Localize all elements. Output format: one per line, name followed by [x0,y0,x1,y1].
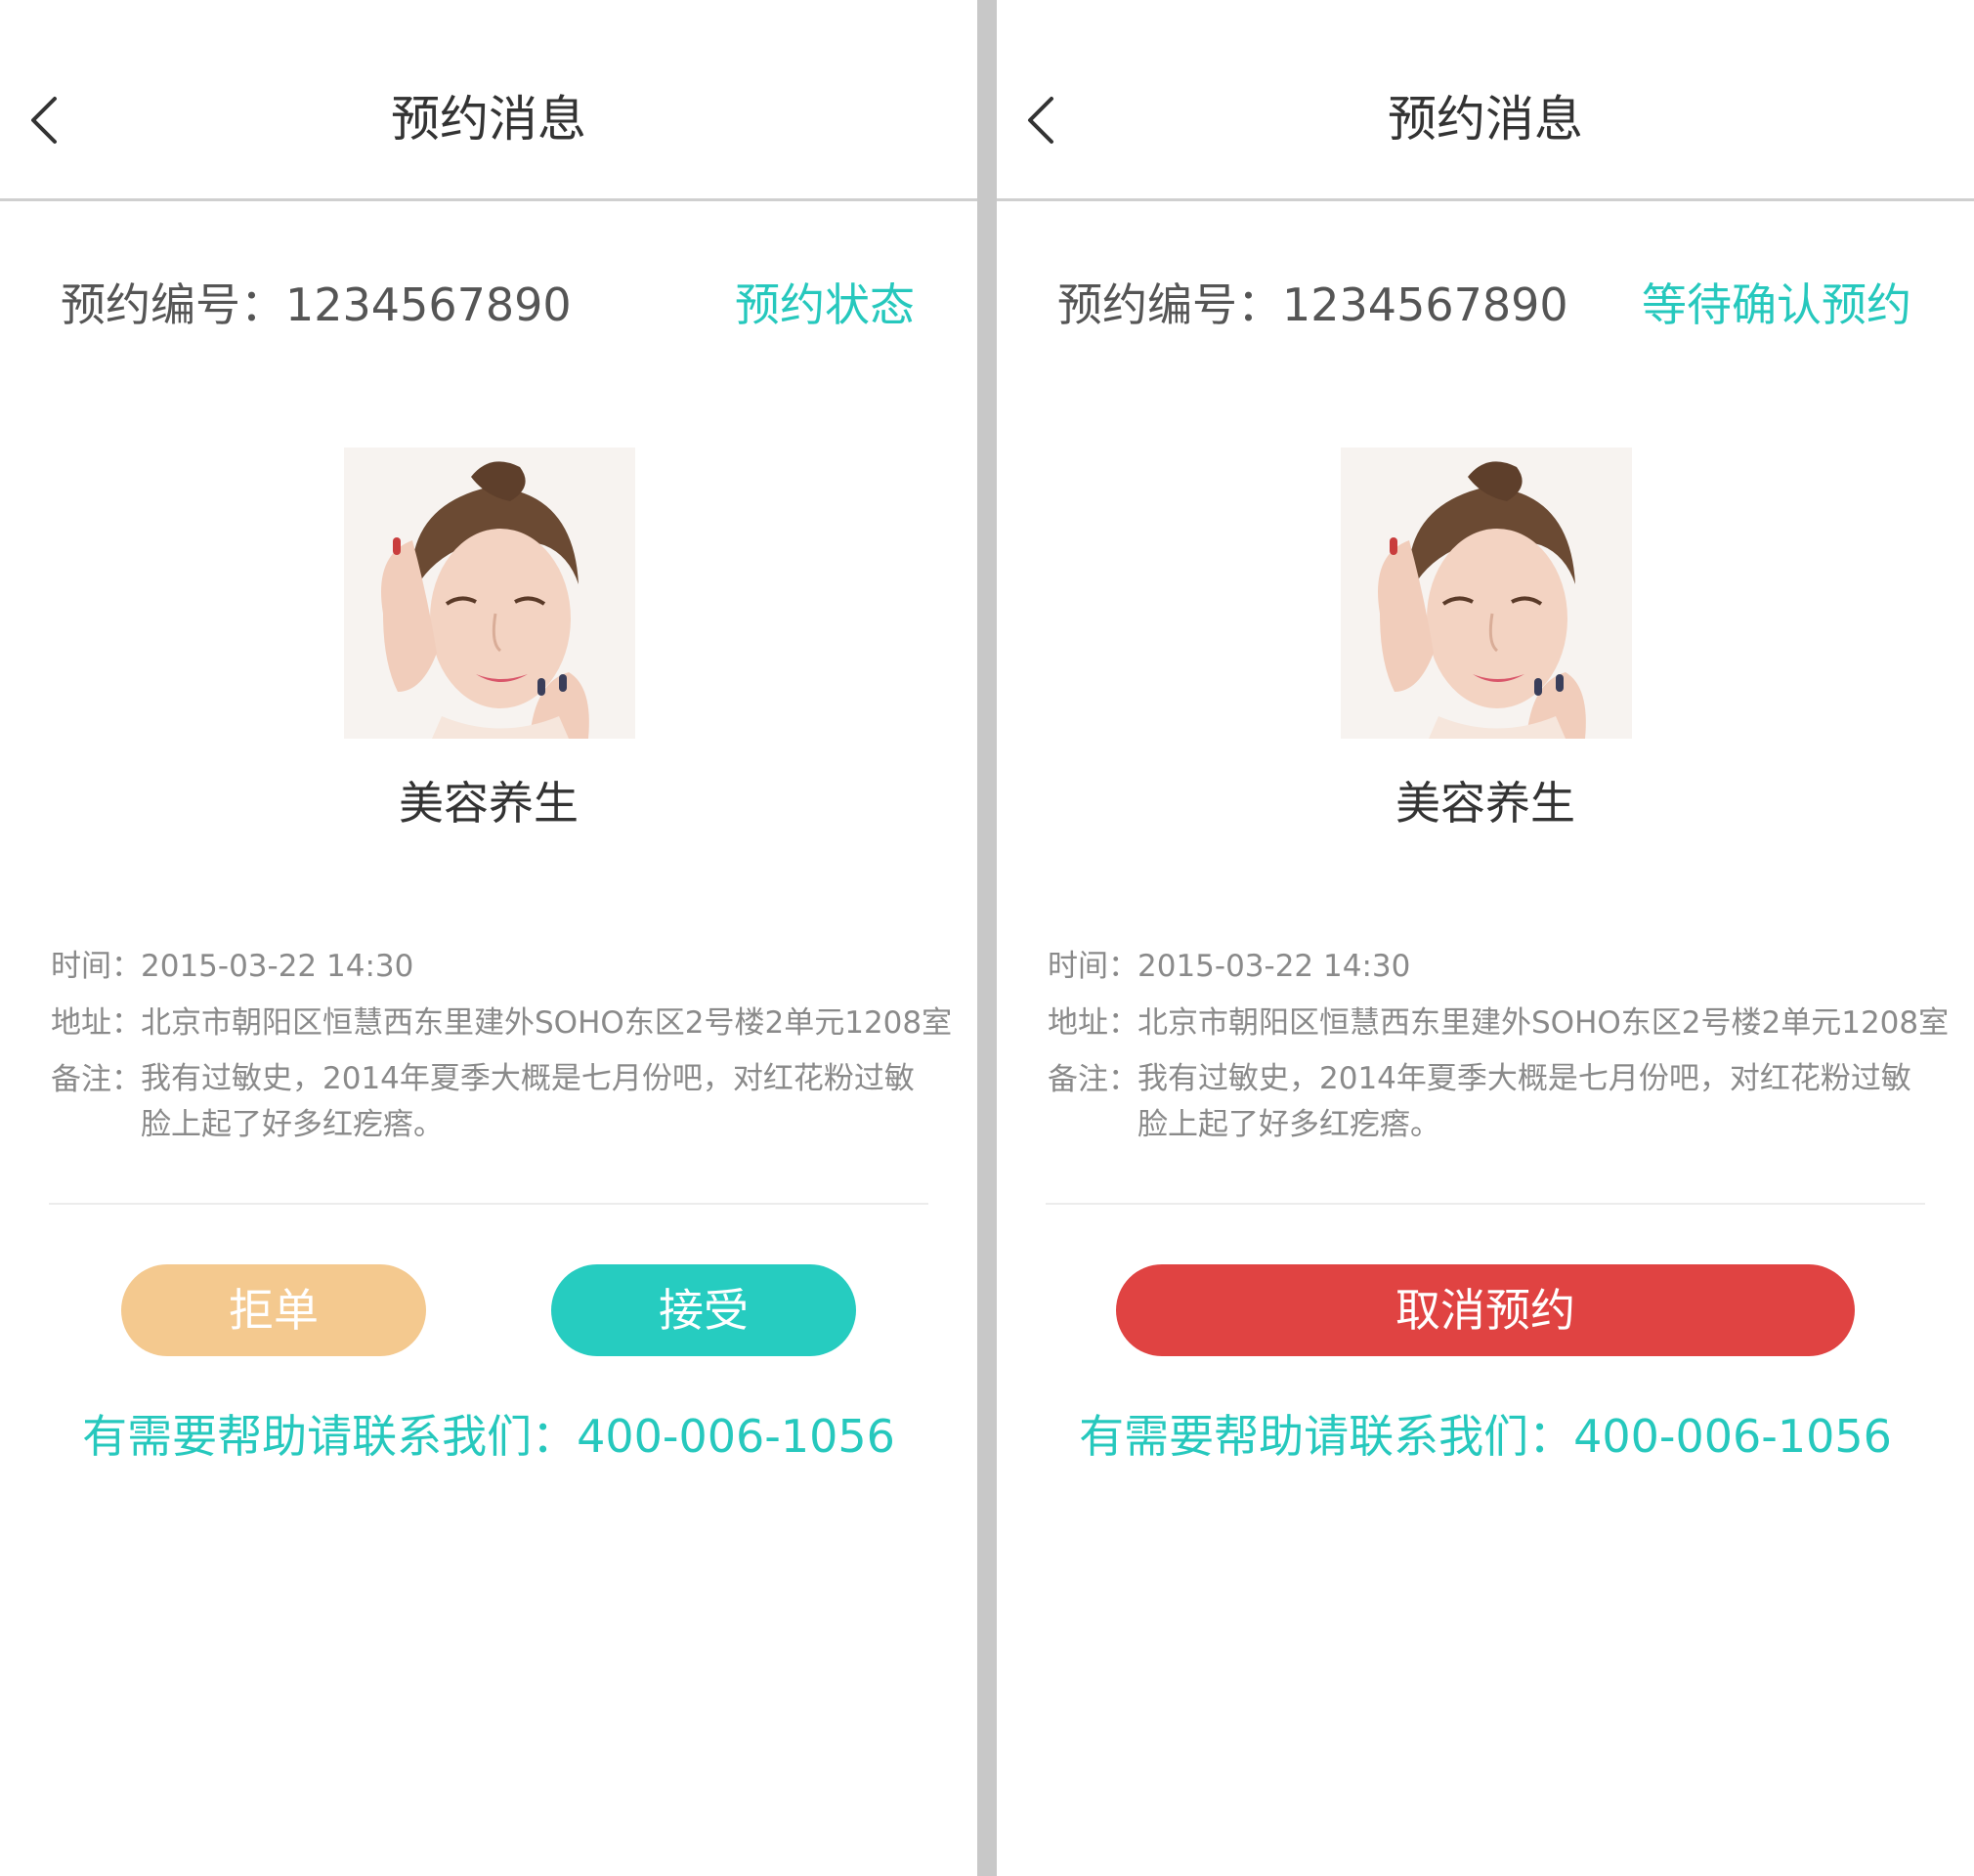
order-number: 预约编号：1234567890 [61,278,572,331]
service-name: 美容养生 [1395,777,1575,830]
time-row: 时间： 2015-03-22 14:30 [51,938,930,995]
note-row: 备注： 我有过敏史，2014年夏季大概是七月份吧，对红花粉过敏脸上起了好多红疙瘩… [1048,1051,1927,1148]
note-label: 备注： [1048,1062,1138,1097]
nav-header: 预约消息 [0,0,977,201]
address-label: 地址： [1048,1005,1138,1041]
note-label: 备注： [51,1062,142,1097]
screen-divider [977,0,997,1876]
woman-portrait-image [344,448,635,739]
service-name: 美容养生 [399,777,579,830]
note-value: 我有过敏史，2014年夏季大概是七月份吧，对红花粉过敏脸上起了好多红疙瘩。 [1137,1061,1911,1142]
divider [49,1203,928,1205]
note-value: 我有过敏史，2014年夏季大概是七月份吧，对红花粉过敏脸上起了好多红疙瘩。 [141,1061,915,1142]
divider [1046,1203,1925,1205]
order-status: 等待确认预约 [1642,278,1911,331]
page-title: 预约消息 [1388,91,1583,148]
cancel-appointment-button[interactable]: 取消预约 [1116,1264,1855,1356]
address-row: 地址： 北京市朝阳区恒慧西东里建外SOHO东区2号楼2单元1208室 [51,995,952,1051]
time-label: 时间： [51,949,142,984]
appointment-details: 时间： 2015-03-22 14:30 地址： 北京市朝阳区恒慧西东里建外SO… [1048,938,1949,1148]
service-image [1341,448,1632,739]
appointment-details: 时间： 2015-03-22 14:30 地址： 北京市朝阳区恒慧西东里建外SO… [51,938,952,1148]
address-value: 北京市朝阳区恒慧西东里建外SOHO东区2号楼2单元1208室 [1137,1005,1950,1041]
order-number: 预约编号：1234567890 [1057,278,1568,331]
time-value: 2015-03-22 14:30 [1137,949,1411,984]
appointment-screen-awaiting: 预约消息 预约编号：1234567890 等待确认预约 美容养生 时间： 201… [997,0,1974,1876]
help-contact[interactable]: 有需要帮助请联系我们：400-006-1056 [0,1397,977,1475]
time-row: 时间： 2015-03-22 14:30 [1048,938,1927,995]
order-row: 预约编号：1234567890 预约状态 [0,266,977,344]
time-label: 时间： [1048,949,1138,984]
address-value: 北京市朝阳区恒慧西东里建外SOHO东区2号楼2单元1208室 [141,1005,953,1041]
accept-button[interactable]: 接受 [551,1264,856,1356]
order-row: 预约编号：1234567890 等待确认预约 [997,266,1974,344]
address-row: 地址： 北京市朝阳区恒慧西东里建外SOHO东区2号楼2单元1208室 [1048,995,1949,1051]
address-label: 地址： [51,1005,142,1041]
note-row: 备注： 我有过敏史，2014年夏季大概是七月份吧，对红花粉过敏脸上起了好多红疙瘩… [51,1051,930,1148]
page-title: 预约消息 [391,91,586,148]
nav-header: 预约消息 [997,0,1974,201]
reject-button[interactable]: 拒单 [121,1264,426,1356]
service-image [344,448,635,739]
appointment-screen-pending: 预约消息 预约编号：1234567890 预约状态 美容养生 时间： 2015-… [0,0,977,1876]
order-status: 预约状态 [735,278,915,331]
help-contact[interactable]: 有需要帮助请联系我们：400-006-1056 [997,1397,1974,1475]
time-value: 2015-03-22 14:30 [141,949,414,984]
woman-portrait-image [1341,448,1632,739]
